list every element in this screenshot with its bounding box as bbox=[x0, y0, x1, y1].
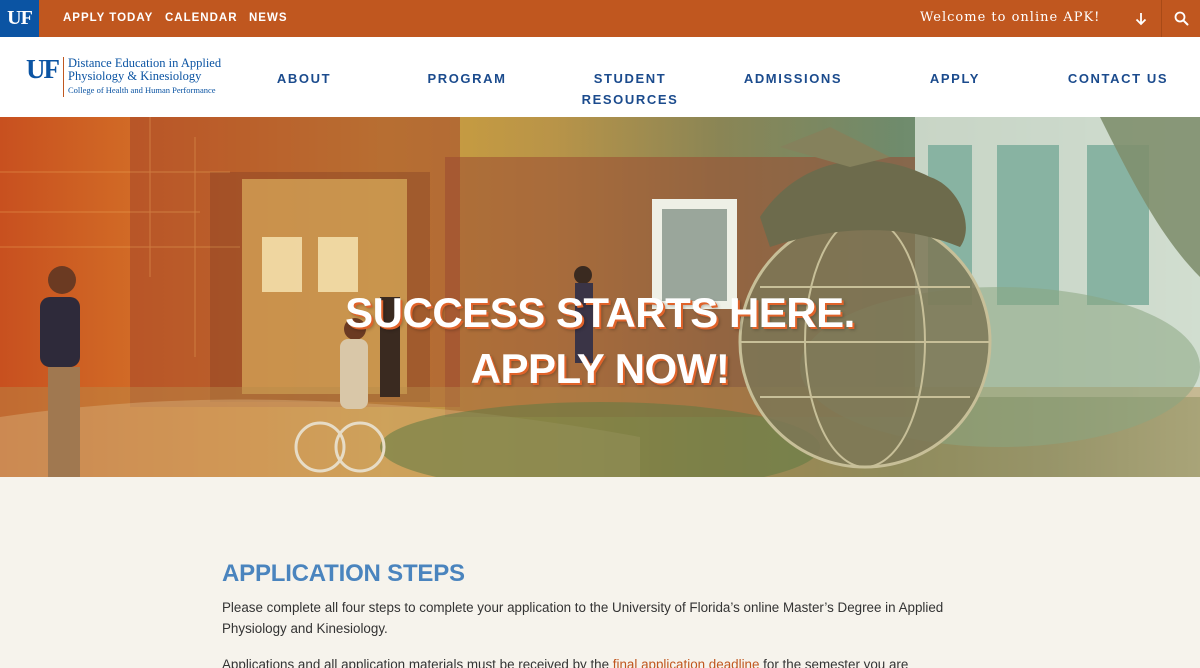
application-steps-heading: APPLICATION STEPS bbox=[222, 560, 465, 587]
nav-student-resources-line1: STUDENT bbox=[593, 71, 667, 86]
welcome-message: Welcome to online APK! bbox=[920, 10, 1101, 25]
nav-admissions-label: ADMISSIONS bbox=[743, 71, 843, 86]
nav-contact-us[interactable]: CONTACT US bbox=[1062, 68, 1174, 89]
uf-logo-mark[interactable]: UF bbox=[0, 0, 39, 37]
nav-admissions[interactable]: ADMISSIONS bbox=[738, 68, 848, 89]
logo-line-2: Physiology & Kinesiology bbox=[68, 69, 202, 83]
top-utility-bar: UF APPLY TODAY CALENDAR NEWS Welcome to … bbox=[0, 0, 1200, 37]
nav-program-label: PROGRAM bbox=[427, 71, 507, 86]
site-header: UF Distance Education in Applied Physiol… bbox=[0, 37, 1200, 117]
nav-apply[interactable]: APPLY bbox=[922, 68, 988, 89]
search-icon bbox=[1174, 11, 1188, 26]
calendar-link[interactable]: CALENDAR bbox=[165, 0, 238, 37]
nav-student-resources-line2: RESOURCES bbox=[581, 92, 679, 107]
logo-line-3: College of Health and Human Performance bbox=[68, 85, 216, 95]
main-content: APPLICATION STEPS Please complete all fo… bbox=[0, 477, 1200, 668]
logo-uf-mark: UF bbox=[26, 56, 64, 97]
nav-contact-us-label: CONTACT US bbox=[1067, 71, 1169, 86]
search-button[interactable] bbox=[1161, 0, 1200, 37]
nav-apply-label: APPLY bbox=[929, 71, 981, 86]
nav-about[interactable]: ABOUT bbox=[265, 68, 343, 89]
apply-today-link[interactable]: APPLY TODAY bbox=[63, 0, 153, 37]
logo-text: Distance Education in Applied Physiology… bbox=[64, 57, 221, 97]
arrow-down-icon[interactable] bbox=[1126, 0, 1156, 37]
deadline-text-before: Applications and all application materia… bbox=[222, 657, 613, 668]
news-link[interactable]: NEWS bbox=[249, 0, 288, 37]
final-application-deadline-link[interactable]: final application deadline bbox=[613, 657, 760, 668]
deadline-text-after: for the semester you are bbox=[759, 657, 909, 668]
nav-program[interactable]: PROGRAM bbox=[420, 68, 514, 89]
nav-student-resources[interactable]: STUDENT RESOURCES bbox=[577, 68, 683, 110]
deadline-paragraph: Applications and all application materia… bbox=[222, 654, 982, 668]
hero-heading-line-1: SUCCESS STARTS HERE. bbox=[345, 289, 855, 336]
site-logo[interactable]: UF Distance Education in Applied Physiol… bbox=[26, 56, 221, 97]
hero-banner[interactable]: SUCCESS STARTS HERE. APPLY NOW! bbox=[0, 117, 1200, 477]
nav-about-label: ABOUT bbox=[276, 71, 332, 86]
intro-paragraph: Please complete all four steps to comple… bbox=[222, 600, 944, 636]
hero-heading-line-2: APPLY NOW! bbox=[470, 345, 730, 392]
